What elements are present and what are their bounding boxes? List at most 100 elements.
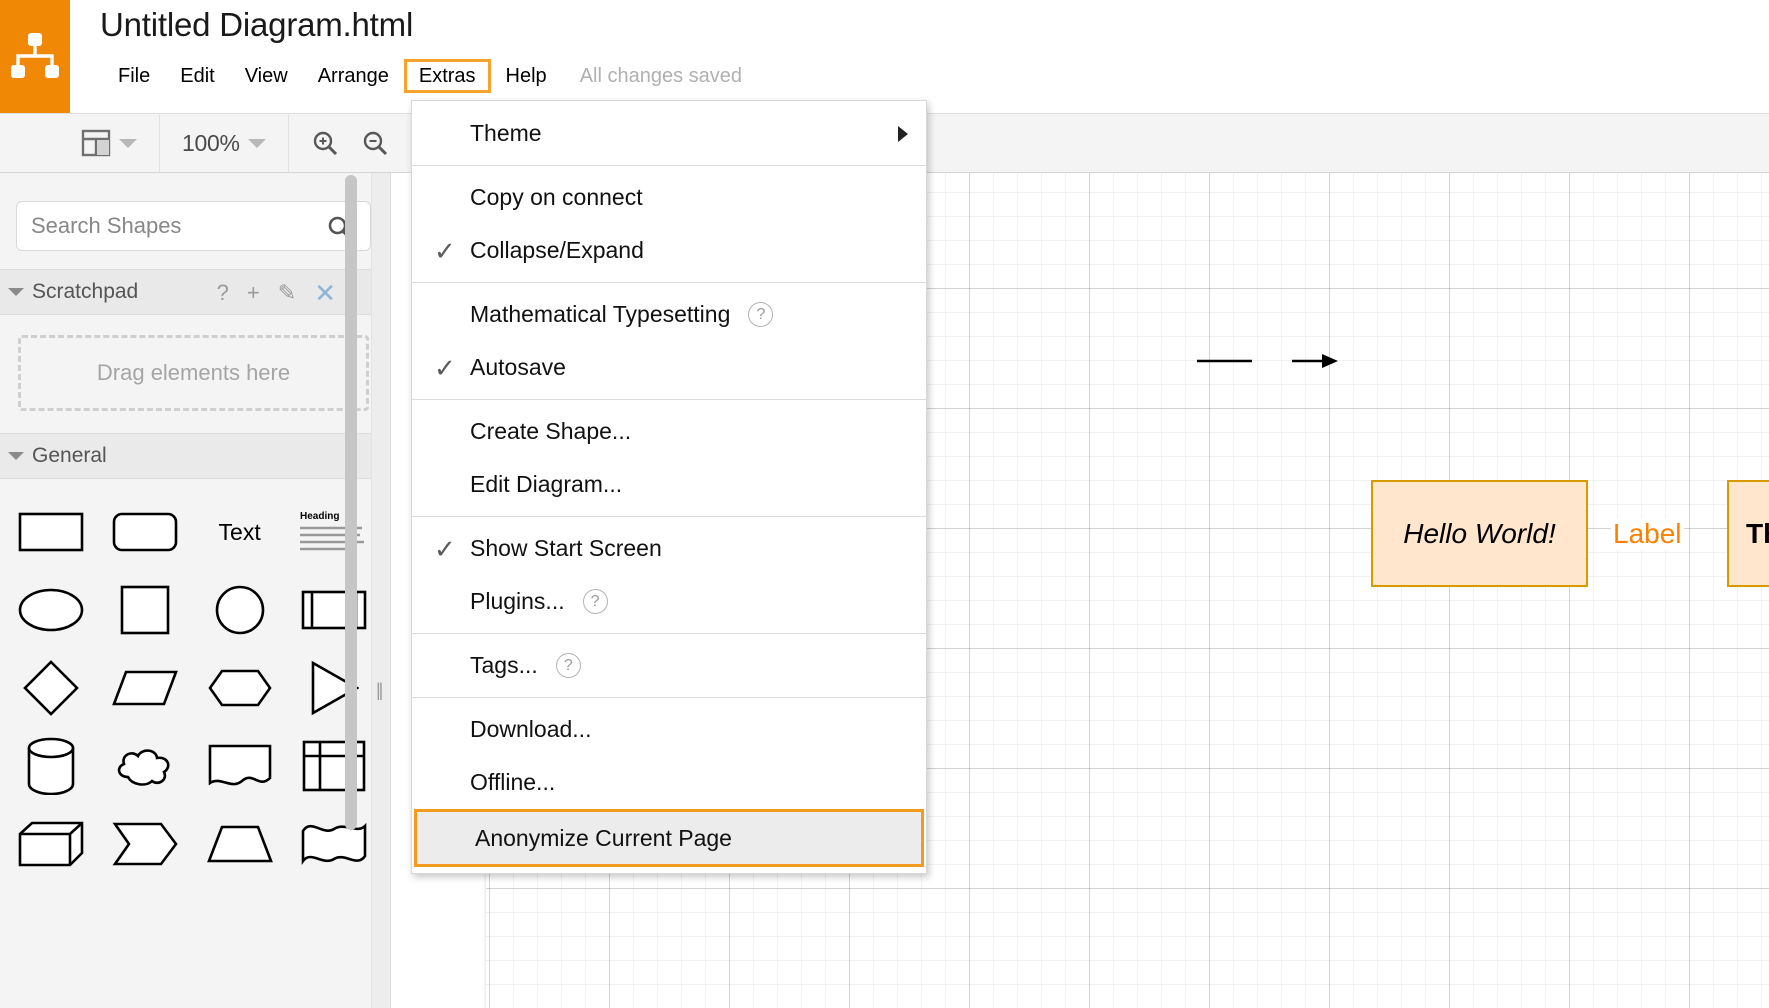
menu-item-collapse-expand[interactable]: ✓ Collapse/Expand: [412, 224, 926, 277]
shape-ellipse[interactable]: [4, 571, 98, 649]
search-box[interactable]: [16, 201, 371, 251]
shape-hexagon[interactable]: [193, 649, 287, 727]
menu-item-theme[interactable]: Theme: [412, 107, 926, 160]
shape-text-label: Text: [218, 518, 261, 545]
shape-document[interactable]: [193, 727, 287, 805]
menu-item-offline[interactable]: Offline...: [412, 756, 926, 809]
menu-item-anonymize-current-page[interactable]: Anonymize Current Page: [414, 809, 924, 867]
help-icon[interactable]: ?: [555, 653, 581, 678]
splitter-grip-icon: ||: [376, 680, 384, 700]
shape-rectangle[interactable]: [4, 493, 98, 571]
shape-square[interactable]: [98, 571, 192, 649]
chevron-down-icon: [8, 288, 24, 296]
menu-separator: [412, 282, 926, 283]
zoom-in-button[interactable]: [305, 126, 345, 160]
app-header: Untitled Diagram.html File Edit View Arr…: [0, 0, 1769, 113]
view-layout-button[interactable]: [75, 125, 143, 161]
search-input[interactable]: [17, 213, 370, 239]
toolbar-group-zoom: [289, 114, 412, 172]
shape-cylinder[interactable]: [4, 727, 98, 805]
menu-separator: [412, 633, 926, 634]
menu-item-show-start-screen[interactable]: ✓ Show Start Screen: [412, 522, 926, 575]
shape-rounded-rectangle[interactable]: [98, 493, 192, 571]
menu-item-mathematical-typesetting[interactable]: Mathematical Typesetting ?: [412, 288, 926, 341]
menu-extras[interactable]: Extras: [403, 59, 491, 93]
shape-cloud[interactable]: [98, 727, 192, 805]
menu-item-label: Collapse/Expand: [470, 237, 644, 263]
scratchpad-dropzone[interactable]: Drag elements here: [18, 335, 369, 411]
scratchpad-actions: ? + ✎ ✕: [217, 270, 336, 316]
extras-dropdown-menu: Theme Copy on connect ✓ Collapse/Expand …: [411, 100, 927, 874]
menu-help[interactable]: Help: [491, 59, 562, 93]
scratchpad-section-header[interactable]: Scratchpad ? + ✎ ✕: [0, 269, 391, 315]
menu-view[interactable]: View: [230, 59, 303, 93]
panel-layout-icon: [81, 128, 111, 158]
general-section-header[interactable]: General: [0, 433, 391, 479]
menu-item-label: Mathematical Typesetting: [470, 301, 731, 327]
chevron-down-icon: [119, 138, 137, 148]
chevron-down-icon: [8, 452, 24, 460]
menu-item-label: Edit Diagram...: [470, 471, 623, 497]
menu-arrange[interactable]: Arrange: [303, 59, 404, 93]
edge-label[interactable]: Label: [1611, 518, 1684, 550]
zoom-level-label: 100%: [182, 129, 240, 156]
dropzone-label: Drag elements here: [96, 360, 291, 385]
shape-circle[interactable]: [193, 571, 287, 649]
sidebar-splitter[interactable]: [371, 173, 391, 1008]
menu-item-copy-on-connect[interactable]: Copy on connect: [412, 171, 926, 224]
scratchpad-help-icon[interactable]: ?: [217, 282, 229, 304]
menu-item-edit-diagram[interactable]: Edit Diagram...: [412, 458, 926, 511]
menu-item-label: Create Shape...: [470, 418, 632, 444]
menu-item-create-shape[interactable]: Create Shape...: [412, 405, 926, 458]
menu-edit[interactable]: Edit: [165, 59, 229, 93]
scratchpad-edit-icon[interactable]: ✎: [278, 282, 296, 304]
checkmark-icon: ✓: [434, 352, 456, 383]
scratchpad-body: Drag elements here: [0, 315, 391, 433]
shape-step[interactable]: [98, 805, 192, 883]
app-logo[interactable]: [0, 0, 70, 113]
menu-separator: [412, 516, 926, 517]
menu-item-label: Plugins...: [470, 588, 565, 614]
menu-separator: [412, 165, 926, 166]
document-title: Untitled Diagram.html: [100, 6, 414, 43]
diagram-node-this-is-a-test[interactable]: This is a test!: [1727, 480, 1769, 587]
menu-item-label: Anonymize Current Page: [475, 824, 732, 851]
diagram-node-hello-world[interactable]: Hello World!: [1371, 480, 1588, 587]
node-label: This is a test!: [1746, 517, 1769, 549]
menu-item-label: Theme: [470, 120, 542, 146]
chevron-down-icon: [247, 138, 266, 148]
shape-tape[interactable]: [287, 805, 381, 883]
menu-item-autosave[interactable]: ✓ Autosave: [412, 341, 926, 394]
shape-text[interactable]: Text: [193, 493, 287, 571]
menu-item-label: Download...: [470, 716, 592, 742]
zoom-out-icon: [361, 129, 389, 157]
menu-item-label: Offline...: [470, 769, 556, 795]
menu-item-download[interactable]: Download...: [412, 703, 926, 756]
menu-item-label: Copy on connect: [470, 184, 643, 210]
scratchpad-add-icon[interactable]: +: [247, 282, 260, 304]
zoom-level-button[interactable]: 100%: [176, 127, 272, 160]
shape-process[interactable]: [287, 571, 381, 649]
shape-trapezoid[interactable]: [193, 805, 287, 883]
help-icon[interactable]: ?: [582, 589, 608, 614]
menu-item-plugins[interactable]: Plugins... ?: [412, 575, 926, 628]
zoom-out-button[interactable]: [355, 126, 395, 160]
shape-table[interactable]: [287, 727, 381, 805]
help-icon[interactable]: ?: [748, 302, 774, 327]
menu-item-tags[interactable]: Tags... ?: [412, 639, 926, 692]
checkmark-icon: ✓: [434, 235, 456, 266]
menu-item-label: Show Start Screen: [470, 535, 662, 561]
shape-textbox[interactable]: Heading: [287, 493, 381, 571]
shape-parallelogram[interactable]: [98, 649, 192, 727]
menu-separator: [412, 399, 926, 400]
menu-bar: File Edit View Arrange Extras Help All c…: [103, 59, 742, 93]
shape-diamond[interactable]: [4, 649, 98, 727]
scratchpad-title: Scratchpad: [32, 280, 139, 303]
shape-cube[interactable]: [4, 805, 98, 883]
shapes-sidebar: Scratchpad ? + ✎ ✕ Drag elements here Ge…: [0, 173, 391, 1008]
scratchpad-close-icon[interactable]: ✕: [314, 280, 336, 306]
general-shapes-grid: Text Heading: [0, 479, 391, 883]
sidebar-scrollbar[interactable]: [345, 175, 357, 830]
shape-triangle[interactable]: [287, 649, 381, 727]
menu-file[interactable]: File: [103, 59, 165, 93]
